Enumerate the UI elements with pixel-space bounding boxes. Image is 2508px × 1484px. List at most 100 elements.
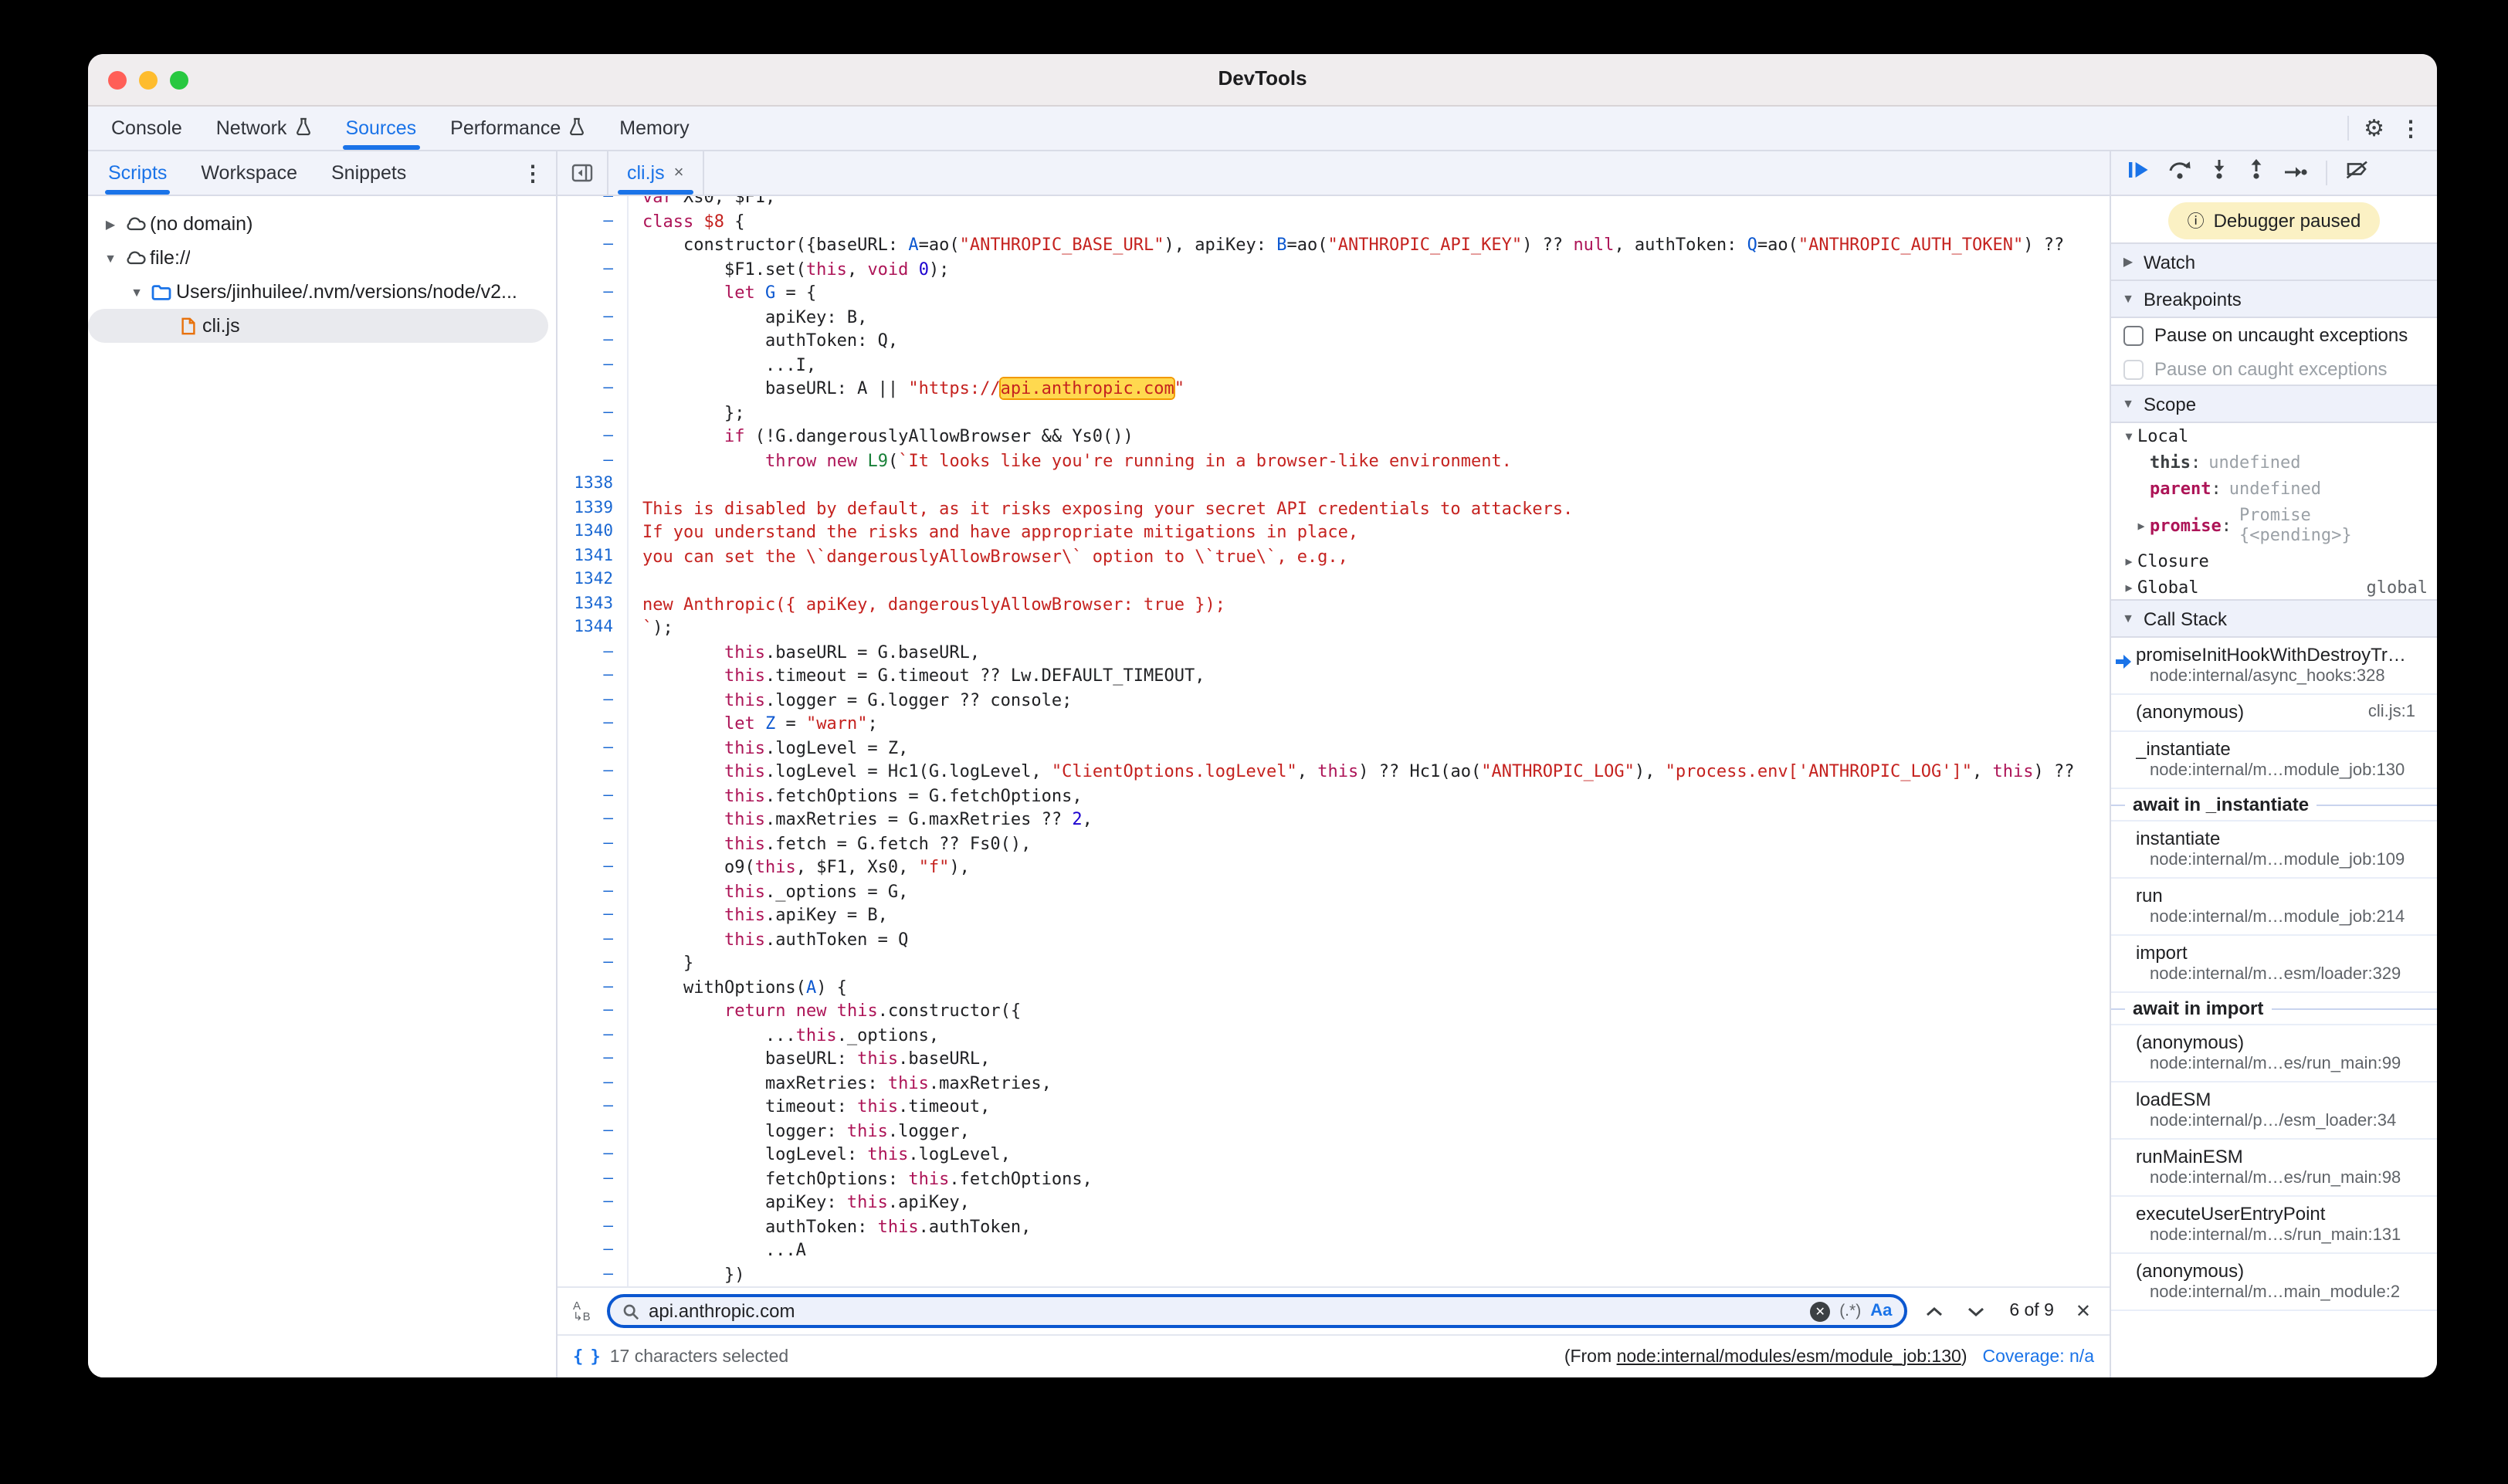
code-line: if (!G.dangerouslyAllowBrowser && Ys0())	[642, 425, 2110, 449]
close-search-icon[interactable]: ✕	[2072, 1300, 2094, 1322]
code-line: this.logLevel = Z,	[642, 736, 2110, 760]
checkbox[interactable]	[2123, 325, 2144, 345]
call-stack-frame[interactable]: executeUserEntryPointnode:internal/m…s/r…	[2111, 1197, 2437, 1254]
more-options-icon[interactable]: ⋮	[2400, 115, 2422, 141]
scope-group-global[interactable]: ▶Globalglobal	[2111, 574, 2437, 601]
breakpoint-option[interactable]: Pause on caught exceptions	[2111, 352, 2437, 386]
previous-match-icon[interactable]	[1920, 1306, 1949, 1316]
from-source-link[interactable]: node:internal/modules/esm/module_job:130	[1617, 1347, 1961, 1366]
current-frame-arrow-icon	[2116, 649, 2131, 676]
scope-group-local[interactable]: ▼Local	[2111, 423, 2437, 449]
code-editor[interactable]: ––––––––––––1338133913401341134213431344…	[558, 196, 2110, 1286]
pretty-print-icon[interactable]: { }	[573, 1347, 599, 1367]
scope-variable-this[interactable]: this:undefined	[2111, 449, 2437, 476]
code-line: logLevel: this.logLevel,	[642, 1143, 2110, 1167]
code-line: return new this.constructor({	[642, 999, 2110, 1023]
close-tab-icon[interactable]: ×	[674, 164, 684, 182]
next-match-icon[interactable]	[1961, 1306, 1991, 1316]
call-stack-frame[interactable]: (anonymous)cli.js:1	[2111, 695, 2437, 732]
call-stack-frame[interactable]: importnode:internal/m…esm/loader:329	[2111, 936, 2437, 993]
step-icon[interactable]	[2284, 159, 2307, 187]
code-line: apiKey: this.apiKey,	[642, 1191, 2110, 1215]
gutter-line: –	[558, 209, 613, 233]
scope-variable-name: promise	[2150, 515, 2222, 535]
section-watch[interactable]: ▶ Watch	[2111, 242, 2437, 281]
step-over-icon[interactable]	[2168, 159, 2191, 187]
resume-script-icon[interactable]	[2127, 159, 2150, 187]
tree-item-label: Users/jinhuilee/.nvm/versions/node/v2...	[176, 281, 517, 303]
scope-variable-value: undefined	[2229, 479, 2321, 499]
main-tab-console[interactable]: Console	[94, 107, 199, 150]
frame-location: node:internal/m…es/run_main:99	[2136, 1055, 2428, 1073]
gutter-line: –	[558, 233, 613, 257]
call-stack-frame[interactable]: runnode:internal/m…module_job:214	[2111, 879, 2437, 936]
main-tab-performance[interactable]: Performance	[433, 107, 602, 150]
search-query: api.anthropic.com	[649, 1300, 1801, 1322]
chevron-down-icon: ▼	[100, 251, 120, 265]
call-stack-frame[interactable]: loadESMnode:internal/p…/esm_loader:34	[2111, 1083, 2437, 1140]
regex-toggle[interactable]: (.*)	[1839, 1302, 1861, 1320]
gutter-line: 1340	[558, 520, 613, 544]
match-case-toggle[interactable]: Aa	[1870, 1302, 1892, 1320]
deactivate-breakpoints-icon[interactable]	[2346, 159, 2369, 187]
code-line: $F1.set(this, void 0);	[642, 257, 2110, 281]
call-stack-frame[interactable]: promiseInitHookWithDestroyTr…node:intern…	[2111, 638, 2437, 695]
editor-pane: cli.js × ––––––––––––1338133913401341134…	[558, 151, 2110, 1377]
search-input[interactable]: api.anthropic.com ✕ (.*) Aa	[607, 1294, 1907, 1328]
tree-item--no-domain-[interactable]: ▶(no domain)	[88, 207, 556, 241]
settings-gear-icon[interactable]: ⚙	[2364, 117, 2384, 140]
main-tab-memory[interactable]: Memory	[602, 107, 706, 150]
step-out-icon[interactable]	[2247, 159, 2266, 187]
breakpoint-option[interactable]: Pause on uncaught exceptions	[2111, 318, 2437, 352]
code-line: ...A	[642, 1238, 2110, 1262]
scope-variable-promise[interactable]: ▶promise:Promise {<pending>}	[2111, 502, 2437, 548]
code-line: baseURL: this.baseURL,	[642, 1047, 2110, 1071]
tree-item-label: file://	[150, 247, 191, 269]
call-stack-frame[interactable]: instantiatenode:internal/m…module_job:10…	[2111, 822, 2437, 879]
section-breakpoints[interactable]: ▼ Breakpoints	[2111, 280, 2437, 318]
scope-variable-parent[interactable]: parent:undefined	[2111, 476, 2437, 502]
checkbox[interactable]	[2123, 359, 2144, 379]
call-stack-frame[interactable]: (anonymous)node:internal/m…es/run_main:9…	[2111, 1025, 2437, 1083]
call-stack-frame[interactable]: _instantiatenode:internal/m…module_job:1…	[2111, 732, 2437, 789]
code-pane: ––––––––––––1338133913401341134213431344…	[558, 196, 2110, 1286]
call-stack-label: Call Stack	[2144, 608, 2227, 629]
gutter-line: 1344	[558, 616, 613, 640]
code-line: this.timeout = G.timeout ?? Lw.DEFAULT_T…	[642, 664, 2110, 688]
main-tab-sources[interactable]: Sources	[328, 107, 433, 150]
tree-item-users-jinhuilee-nvm-versions-node-v2-[interactable]: ▼Users/jinhuilee/.nvm/versions/node/v2..…	[88, 275, 556, 309]
from-label: (From node:internal/modules/esm/module_j…	[1564, 1347, 1967, 1366]
hide-navigator-icon[interactable]	[558, 151, 608, 195]
tree-item-cli-js[interactable]: cli.js	[88, 309, 548, 343]
code-line: withOptions(A) {	[642, 975, 2110, 999]
main-tab-network[interactable]: Network	[199, 107, 329, 150]
file-tree: ▶(no domain) ▼ file:// ▼Users/jinhuilee/.nv…	[88, 196, 556, 343]
line-number-gutter[interactable]: ––––––––––––1338133913401341134213431344…	[558, 196, 629, 1286]
gutter-line: 1338	[558, 473, 613, 496]
sidebar-tab-workspace[interactable]: Workspace	[184, 151, 314, 195]
search-icon	[622, 1303, 639, 1320]
coverage-link[interactable]: Coverage: n/a	[1983, 1347, 2095, 1366]
file-tab-clijs[interactable]: cli.js ×	[608, 151, 704, 195]
sidebar-more-options-icon[interactable]: ⋮	[522, 160, 544, 186]
section-call-stack[interactable]: ▼ Call Stack	[2111, 599, 2437, 638]
section-scope[interactable]: ▼ Scope	[2111, 385, 2437, 423]
gutter-line: –	[558, 1167, 613, 1191]
scope-variable-name: this	[2150, 452, 2191, 473]
tab-label: Sources	[345, 117, 416, 139]
code-line: }	[642, 951, 2110, 975]
tree-item-file-[interactable]: ▼ file://	[88, 241, 556, 275]
frame-location: node:internal/m…s/run_main:131	[2136, 1226, 2428, 1245]
replace-toggle-icon[interactable]: A↳B	[573, 1300, 595, 1322]
gutter-line: –	[558, 353, 613, 377]
sidebar-tab-snippets[interactable]: Snippets	[314, 151, 423, 195]
call-stack-frame[interactable]: (anonymous)node:internal/m…main_module:2	[2111, 1254, 2437, 1311]
frame-function-name: _instantiate	[2136, 738, 2428, 760]
call-stack-frame[interactable]: runMainESMnode:internal/m…es/run_main:98	[2111, 1140, 2437, 1197]
code-line: this.authToken = Q	[642, 927, 2110, 951]
sidebar-tab-scripts[interactable]: Scripts	[91, 151, 184, 195]
clear-search-icon[interactable]: ✕	[1810, 1301, 1830, 1321]
scope-group-closure[interactable]: ▶Closure	[2111, 548, 2437, 574]
breakpoint-option-label: Pause on uncaught exceptions	[2154, 324, 2408, 346]
step-into-icon[interactable]	[2210, 159, 2228, 187]
